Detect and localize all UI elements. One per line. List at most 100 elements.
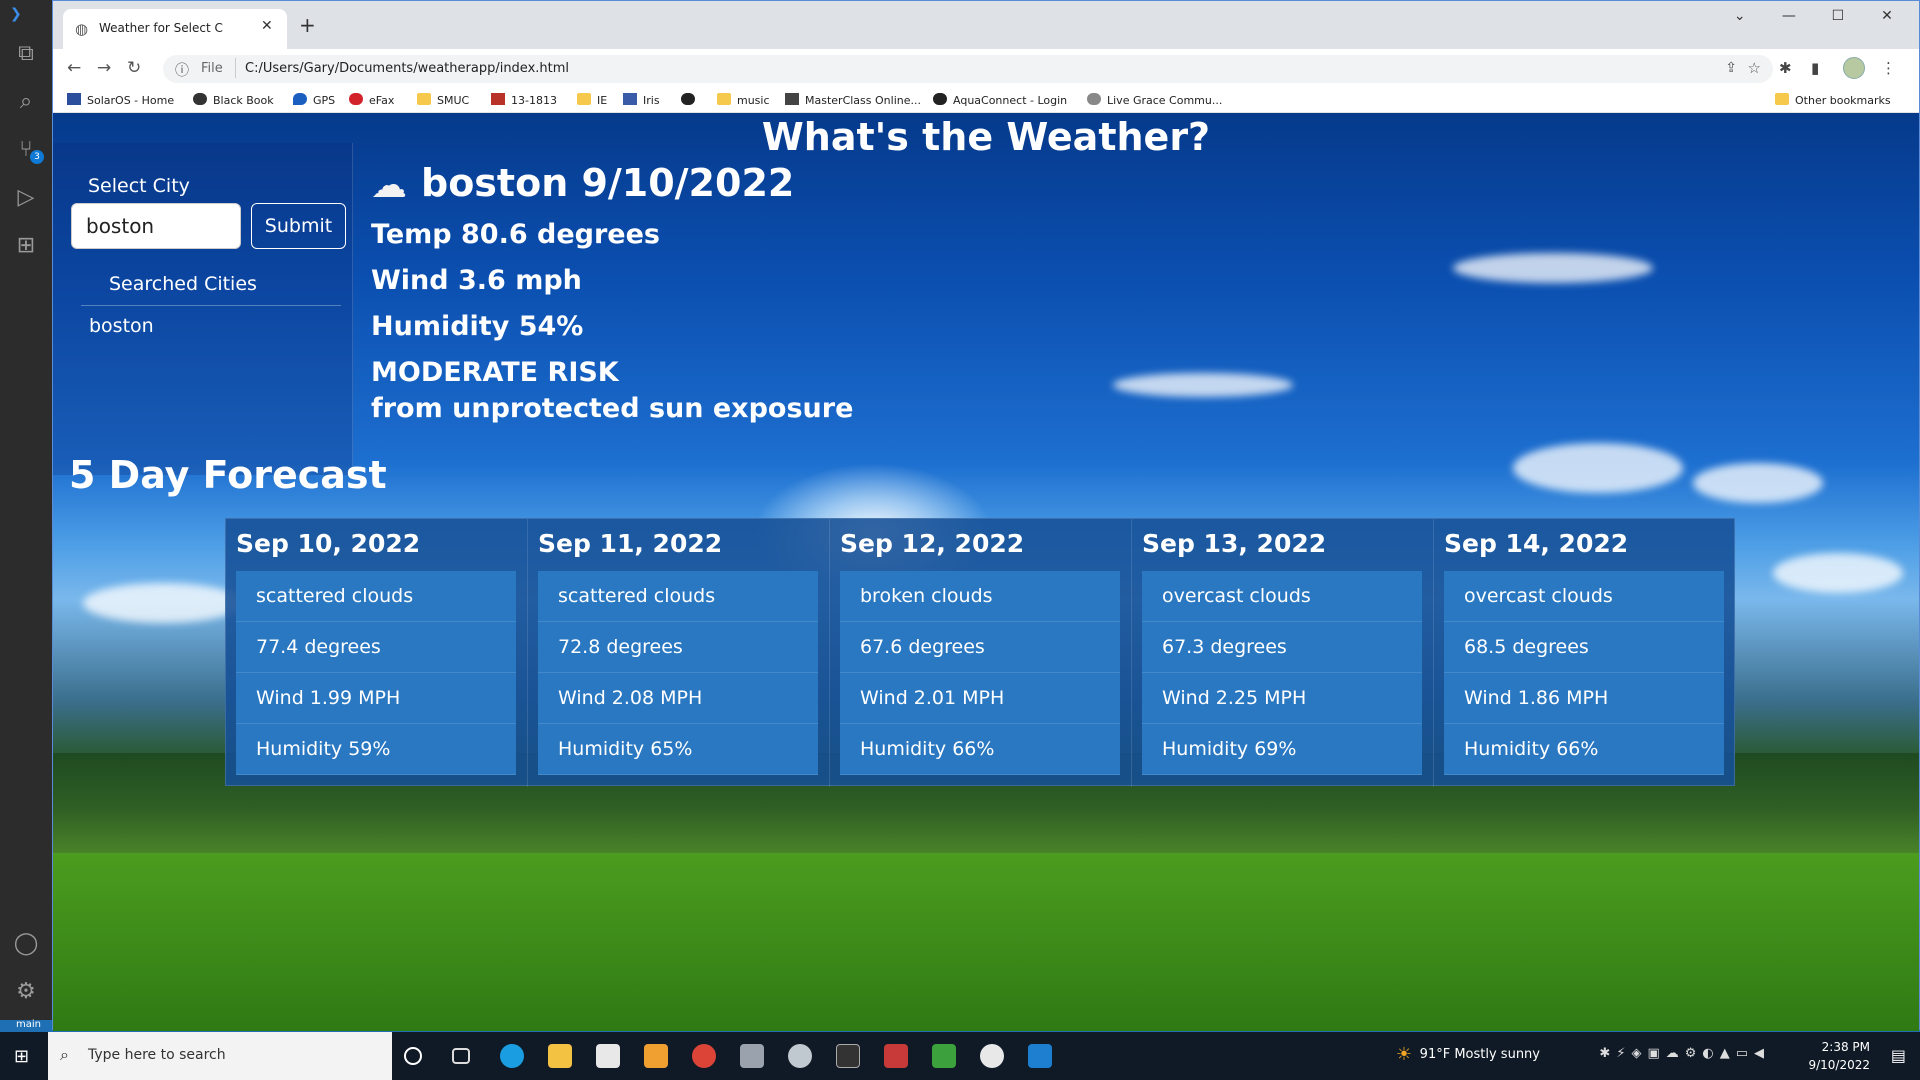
reload-icon[interactable]: ↻ [127,58,141,78]
side-panel-icon[interactable]: ▮ [1811,59,1819,77]
arizona-flag-icon [491,93,505,105]
bookmark-label: MasterClass Online... [805,94,921,107]
file-explorer-icon[interactable] [548,1044,572,1068]
printer-app-icon[interactable] [884,1044,908,1068]
clock[interactable]: 2:38 PM 9/10/2022 [1808,1038,1870,1074]
bookmark-smuc[interactable]: SMUC [417,93,469,107]
forecast-wind: Wind 1.86 MPH [1444,673,1724,724]
forecast-panel: Sep 10, 2022 scattered clouds 77.4 degre… [225,518,1735,787]
bookmark-efax[interactable]: eFax [349,93,394,107]
maximize-icon[interactable]: ☐ [1816,8,1860,24]
explorer-icon[interactable]: ⧉ [12,40,40,68]
bookmark-gps[interactable]: GPS [293,93,335,107]
info-icon[interactable]: ⓘ [175,60,189,80]
current-humidity: Humidity 54% [371,311,584,342]
forecast-list: scattered clouds 72.8 degrees Wind 2.08 … [538,571,818,775]
account-icon[interactable]: ◯ [12,930,40,958]
other-bookmarks[interactable]: Other bookmarks [1775,93,1891,107]
bookmark-13-1813[interactable]: 13-1813 [491,93,557,107]
chrome-icon[interactable] [692,1044,716,1068]
clock-time: 2:38 PM [1821,1040,1870,1054]
searched-city-item[interactable]: boston [89,315,154,337]
menu-kebab-icon[interactable]: ⋮ [1881,59,1896,77]
minimize-icon[interactable]: — [1767,8,1811,24]
search-icon[interactable]: ⌕ [12,88,40,116]
bookmark-star-icon[interactable]: ☆ [1748,59,1761,77]
bookmark-black-book[interactable]: Black Book [193,93,274,107]
cortana-icon[interactable] [404,1047,422,1065]
branch-label[interactable]: main [16,1019,41,1030]
bookmark-aquaconnect[interactable]: AquaConnect - Login [933,93,1067,107]
bookmark-ie[interactable]: IE [577,93,607,107]
browser-tab[interactable]: ◍ Weather for Select C ✕ [63,9,287,49]
tab-strip: ◍ Weather for Select C ✕ + ⌄ — ☐ ✕ [53,1,1919,49]
bookmark-solaros[interactable]: SolarOS - Home [67,93,174,107]
bookmark-unlabeled[interactable] [681,93,701,107]
run-debug-icon[interactable]: ▷ [12,184,40,212]
tray-icons[interactable]: ✱⚡◈▣☁⚙◐▲▭◀ [1599,1046,1770,1061]
folder-icon [1775,93,1789,105]
live-grace-icon [1087,93,1101,105]
bookmark-masterclass[interactable]: MasterClass Online... [785,93,921,107]
submit-button[interactable]: Submit [251,203,346,249]
forecast-desc: scattered clouds [236,571,516,622]
forecast-humidity: Humidity 69% [1142,724,1422,775]
close-window-icon[interactable]: ✕ [1865,8,1909,24]
searched-cities-label: Searched Cities [109,273,257,295]
bookmark-label: 13-1813 [511,94,557,107]
cloud-shape [1693,463,1823,503]
browser-toolbar: ← → ↻ ⓘ File C:/Users/Gary/Documents/wea… [53,49,1919,89]
folder-icon [417,93,431,105]
extensions-icon[interactable]: ⊞ [12,232,40,260]
forecast-desc: overcast clouds [1142,571,1422,622]
weather-sun-icon[interactable]: ☀ [1396,1044,1412,1065]
forward-icon[interactable]: → [97,58,111,78]
masterclass-icon [785,93,799,105]
clock-date: 9/10/2022 [1808,1058,1870,1072]
bookmark-label: Black Book [213,94,274,107]
bookmark-iris[interactable]: Iris [623,93,660,107]
pen-app-icon[interactable] [836,1044,860,1068]
forecast-date: Sep 10, 2022 [236,529,421,558]
weather-text[interactable]: 91°F Mostly sunny [1420,1047,1540,1062]
windows-taskbar: ⊞ ⌕ Type here to search ☀ 91°F Mostly su… [0,1032,1920,1080]
forecast-list: broken clouds 67.6 degrees Wind 2.01 MPH… [840,571,1120,775]
bookmark-music[interactable]: music [717,93,770,107]
notification-icon[interactable]: ▤ [1891,1046,1906,1065]
forecast-wind: Wind 2.08 MPH [538,673,818,724]
taskbar-search-box[interactable]: ⌕ Type here to search [48,1032,392,1080]
media-app-icon[interactable] [644,1044,668,1068]
uv-risk-detail: from unprotected sun exposure [371,393,854,424]
back-icon[interactable]: ← [67,58,81,78]
url-scheme: File [201,61,223,76]
vscode-activity-bar: ❯ ⧉ ⌕ ⑂ 3 ▷ ⊞ ◯ ⚙ [0,0,52,1030]
store-icon[interactable] [596,1044,620,1068]
folder-icon [717,93,731,105]
slack-icon[interactable] [980,1044,1004,1068]
windows-start-icon[interactable]: ⊞ [14,1046,29,1067]
profile-avatar[interactable] [1843,57,1865,79]
bookmark-live-grace[interactable]: Live Grace Commu... [1087,93,1222,107]
edge-icon[interactable] [500,1044,524,1068]
new-tab-icon[interactable]: + [299,13,316,37]
node-app-icon[interactable] [932,1044,956,1068]
bookmark-label: IE [597,94,608,107]
forecast-humidity: Humidity 66% [1444,724,1724,775]
extensions-puzzle-icon[interactable]: ✱ [1779,59,1792,77]
task-view-icon[interactable] [452,1048,470,1064]
calculator-icon[interactable] [740,1044,764,1068]
city-input[interactable] [71,203,241,249]
share-icon[interactable]: ⇪ [1725,60,1737,76]
tab-search-icon[interactable]: ⌄ [1718,8,1762,24]
iris-icon [623,93,637,105]
settings-gear-icon[interactable]: ⚙ [12,978,40,1006]
search-placeholder: Type here to search [88,1047,226,1063]
close-tab-icon[interactable]: ✕ [261,18,273,34]
address-bar[interactable]: ⓘ File C:/Users/Gary/Documents/weatherap… [163,55,1773,83]
bookmark-label: GPS [313,94,336,107]
url-text[interactable]: C:/Users/Gary/Documents/weatherapp/index… [245,61,569,76]
forecast-humidity: Humidity 66% [840,724,1120,775]
vscode-taskbar-icon[interactable] [1028,1044,1052,1068]
app-icon[interactable] [788,1044,812,1068]
uv-risk: MODERATE RISK [371,357,619,388]
